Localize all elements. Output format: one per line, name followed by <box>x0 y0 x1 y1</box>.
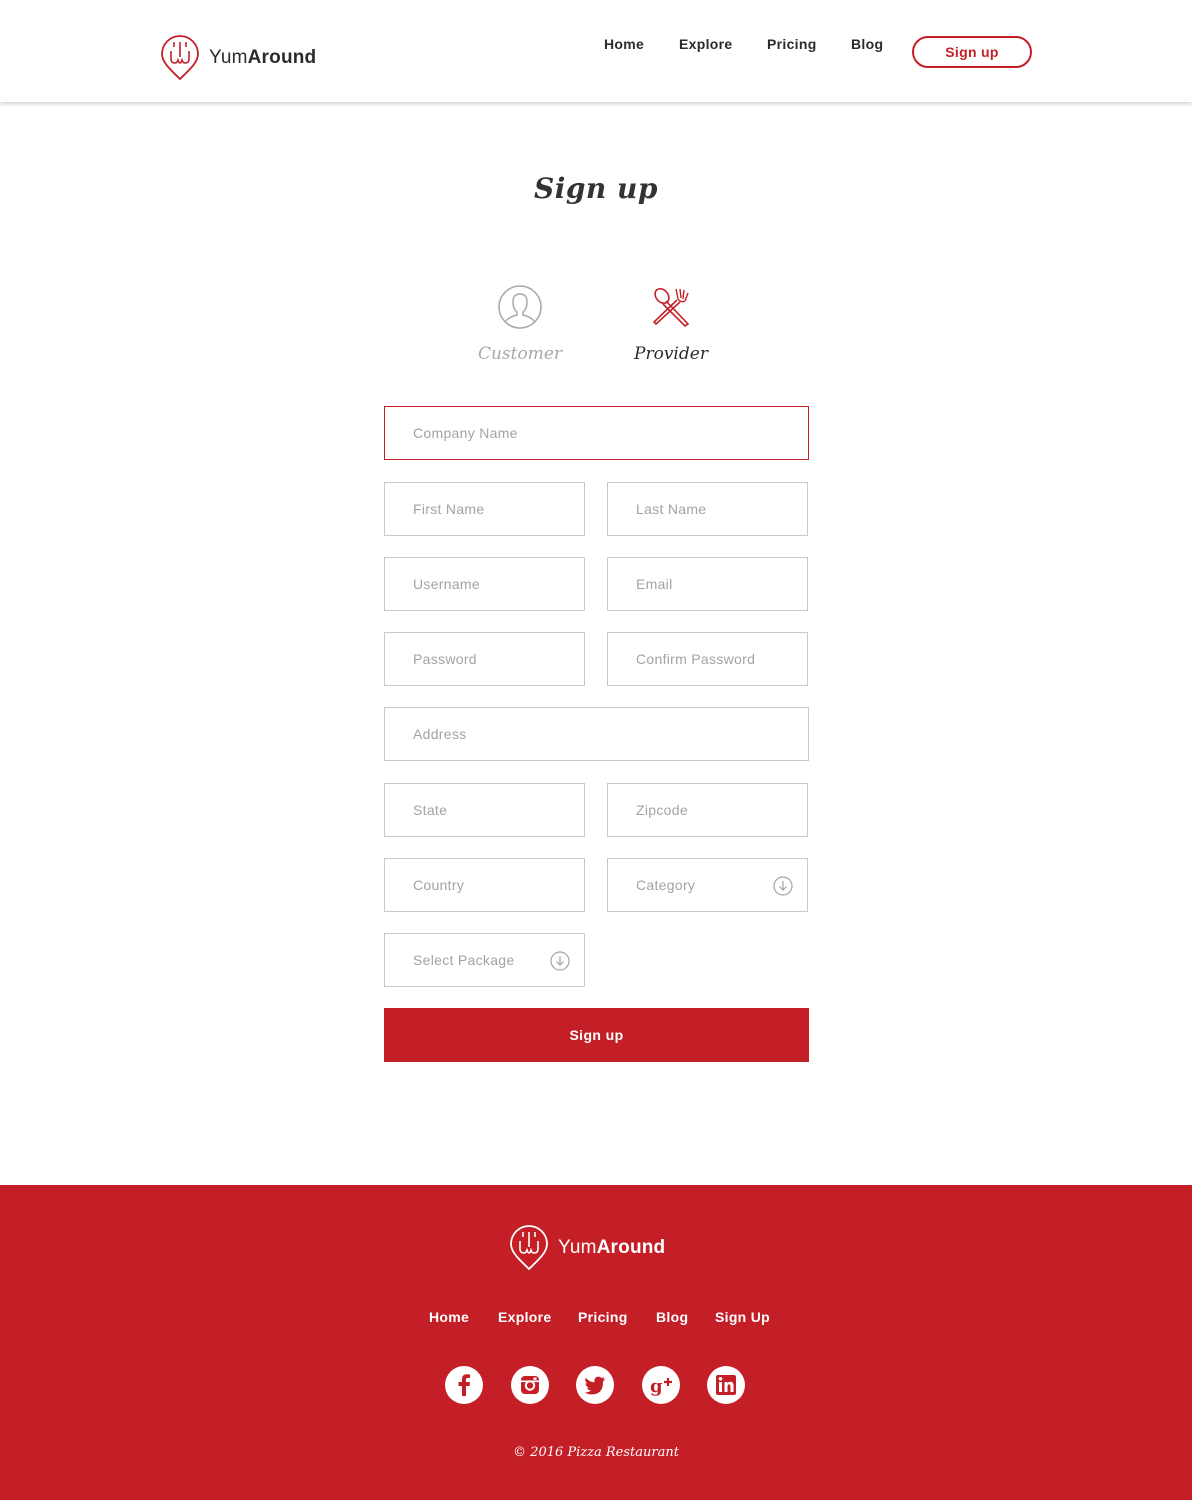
copyright-text: © 2016 Pizza Restaurant <box>513 1445 679 1460</box>
site-header: YumAround Home Explore Pricing Blog Sign… <box>0 0 1192 102</box>
country-input[interactable] <box>385 859 584 911</box>
email-input[interactable] <box>608 558 807 610</box>
footer-nav-blog[interactable]: Blog <box>656 1309 688 1325</box>
instagram-link[interactable] <box>511 1366 549 1404</box>
footer-logo[interactable]: YumAround <box>509 1225 665 1271</box>
role-customer-label: Customer <box>477 344 563 364</box>
google-plus-link[interactable]: g <box>642 1366 680 1404</box>
package-select[interactable] <box>384 933 585 987</box>
google-plus-icon: g <box>650 1376 672 1397</box>
password-field <box>384 632 585 686</box>
svg-text:g: g <box>650 1376 663 1397</box>
confirm-password-input[interactable] <box>608 633 807 685</box>
confirm-password-field <box>607 632 808 686</box>
footer-nav-pricing[interactable]: Pricing <box>578 1309 628 1325</box>
linkedin-link[interactable] <box>707 1366 745 1404</box>
logo-icon <box>161 35 199 81</box>
footer-nav-home[interactable]: Home <box>429 1309 469 1325</box>
footer-nav-explore[interactable]: Explore <box>498 1309 551 1325</box>
email-field <box>607 557 808 611</box>
first-name-input[interactable] <box>385 483 584 535</box>
twitter-link[interactable] <box>576 1366 614 1404</box>
category-select[interactable] <box>607 858 808 912</box>
nav-explore[interactable]: Explore <box>679 36 732 52</box>
footer-nav-signup[interactable]: Sign Up <box>715 1309 770 1325</box>
zipcode-input[interactable] <box>608 784 807 836</box>
role-customer[interactable]: Customer <box>460 284 580 364</box>
spoon-fork-icon <box>652 287 690 328</box>
role-provider[interactable]: Provider <box>611 284 731 364</box>
state-input[interactable] <box>385 784 584 836</box>
last-name-input[interactable] <box>608 483 807 535</box>
site-footer: YumAround Home Explore Pricing Blog Sign… <box>0 1185 1192 1500</box>
user-icon <box>498 285 542 329</box>
brand-name-bold: Around <box>247 47 317 68</box>
password-input[interactable] <box>385 633 584 685</box>
header-signup-button[interactable]: Sign up <box>912 36 1032 68</box>
footer-brand-name-light: Yum <box>558 1237 597 1258</box>
address-field <box>384 707 809 761</box>
country-field <box>384 858 585 912</box>
footer-brand-name-bold: Around <box>596 1237 666 1258</box>
address-input[interactable] <box>385 708 808 760</box>
state-field <box>384 783 585 837</box>
nav-pricing[interactable]: Pricing <box>767 36 817 52</box>
brand-name: YumAround <box>209 47 316 69</box>
role-provider-label: Provider <box>634 344 708 364</box>
zipcode-field <box>607 783 808 837</box>
company-name-field <box>384 406 809 460</box>
facebook-icon <box>458 1374 470 1396</box>
logo-icon <box>510 1225 548 1271</box>
last-name-field <box>607 482 808 536</box>
footer-nav: Home Explore Pricing Blog Sign Up <box>0 1309 1192 1329</box>
twitter-icon <box>584 1376 605 1395</box>
brand-name-light: Yum <box>209 47 248 68</box>
username-input[interactable] <box>385 558 584 610</box>
nav-home[interactable]: Home <box>604 36 644 52</box>
arrow-down-circle-icon[interactable] <box>773 876 793 896</box>
facebook-link[interactable] <box>445 1366 483 1404</box>
submit-signup-button[interactable]: Sign up <box>384 1008 809 1062</box>
first-name-field <box>384 482 585 536</box>
page-title: Sign up <box>534 172 658 205</box>
instagram-icon <box>521 1376 539 1394</box>
arrow-down-circle-icon[interactable] <box>550 951 570 971</box>
linkedin-icon <box>716 1375 736 1395</box>
footer-brand-name: YumAround <box>558 1237 665 1259</box>
company-name-input[interactable] <box>385 407 808 459</box>
logo[interactable]: YumAround <box>160 35 316 81</box>
nav-blog[interactable]: Blog <box>851 36 883 52</box>
username-field <box>384 557 585 611</box>
